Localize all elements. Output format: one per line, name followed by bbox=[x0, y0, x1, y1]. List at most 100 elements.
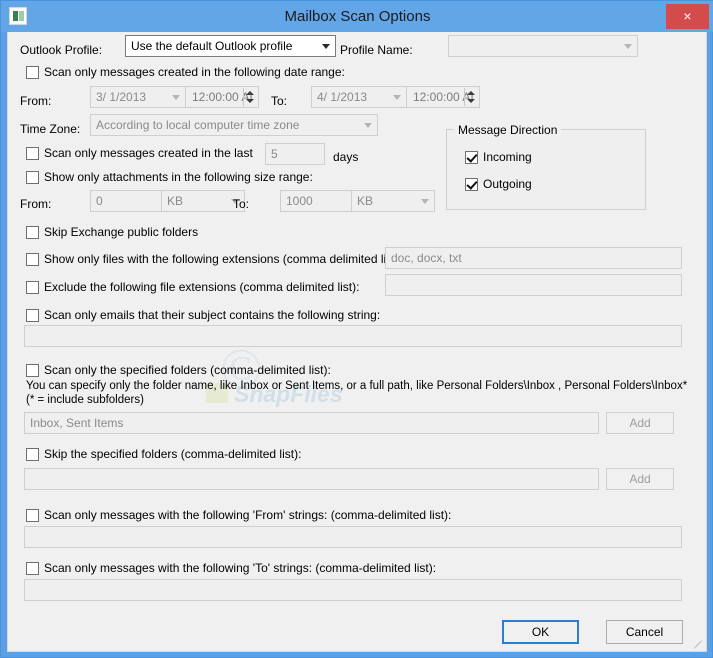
date-range-checkbox[interactable] bbox=[26, 65, 39, 79]
time-zone-combo[interactable]: According to local computer time zone bbox=[90, 114, 378, 136]
only-folders-help-line2: (* = include subfolders) bbox=[26, 394, 144, 406]
subject-filter-checkbox[interactable] bbox=[26, 308, 39, 322]
skip-folders-add-button[interactable]: Add bbox=[606, 468, 674, 490]
subject-filter-label: Scan only emails that their subject cont… bbox=[44, 308, 381, 322]
only-folders-input[interactable]: Inbox, Sent Items bbox=[24, 412, 599, 434]
skip-folders-checkbox[interactable] bbox=[26, 447, 39, 461]
dialog-window: Mailbox Scan Options × © SnapFiles Outlo… bbox=[0, 0, 713, 658]
subject-filter-input[interactable] bbox=[24, 325, 682, 347]
exclude-ext-checkbox[interactable] bbox=[26, 280, 39, 294]
to-strings-checkbox[interactable] bbox=[26, 561, 39, 575]
profile-name-combo[interactable] bbox=[448, 35, 638, 57]
only-folders-checkbox-row[interactable]: Scan only the specified folders (comma-d… bbox=[26, 363, 331, 377]
date-to-label: To: bbox=[271, 94, 288, 108]
size-range-checkbox-row[interactable]: Show only attachments in the following s… bbox=[26, 170, 313, 184]
size-from-unit-value: KB bbox=[167, 194, 184, 208]
date-from-picker[interactable]: 3/ 1/2013 bbox=[90, 86, 186, 108]
only-folders-checkbox[interactable] bbox=[26, 363, 39, 377]
spinner-down-icon[interactable] bbox=[246, 99, 254, 103]
incoming-checkbox-row[interactable]: Incoming bbox=[465, 150, 532, 164]
chevron-down-icon bbox=[393, 95, 401, 100]
only-folders-label: Scan only the specified folders (comma-d… bbox=[44, 363, 331, 377]
last-days-checkbox[interactable] bbox=[26, 146, 39, 160]
skip-public-folders-checkbox[interactable] bbox=[26, 225, 39, 239]
chevron-down-icon bbox=[421, 199, 429, 204]
chevron-down-icon bbox=[364, 123, 372, 128]
size-to-unit-combo[interactable]: KB bbox=[351, 190, 435, 212]
last-days-label: Scan only messages created in the last bbox=[44, 146, 253, 160]
size-from-label: From: bbox=[20, 197, 52, 211]
cancel-button[interactable]: Cancel bbox=[606, 620, 683, 644]
include-ext-checkbox-row[interactable]: Show only files with the following exten… bbox=[26, 252, 403, 266]
message-direction-group bbox=[446, 129, 646, 210]
from-strings-label: Scan only messages with the following 'F… bbox=[44, 508, 452, 522]
only-folders-add-button[interactable]: Add bbox=[606, 412, 674, 434]
last-days-checkbox-row[interactable]: Scan only messages created in the last bbox=[26, 146, 253, 160]
to-strings-input[interactable] bbox=[24, 579, 682, 601]
profile-name-label: Profile Name: bbox=[340, 43, 413, 57]
exclude-ext-label: Exclude the following file extensions (c… bbox=[44, 280, 360, 294]
spinner-down-icon[interactable] bbox=[467, 99, 475, 103]
from-strings-checkbox[interactable] bbox=[26, 508, 39, 522]
time-zone-value: According to local computer time zone bbox=[96, 118, 300, 132]
include-ext-input[interactable]: doc, docx, txt bbox=[385, 247, 682, 269]
exclude-ext-input[interactable] bbox=[385, 274, 682, 296]
subject-filter-checkbox-row[interactable]: Scan only emails that their subject cont… bbox=[26, 308, 380, 322]
window-title: Mailbox Scan Options bbox=[284, 8, 431, 25]
to-strings-label: Scan only messages with the following 'T… bbox=[44, 561, 437, 575]
title-bar: Mailbox Scan Options × bbox=[1, 1, 713, 32]
dialog-body: © SnapFiles Outlook Profile: Use the def… bbox=[7, 32, 707, 652]
include-ext-checkbox[interactable] bbox=[26, 252, 39, 266]
days-unit-label: days bbox=[333, 150, 359, 164]
exclude-ext-checkbox-row[interactable]: Exclude the following file extensions (c… bbox=[26, 280, 359, 294]
from-strings-input[interactable] bbox=[24, 526, 682, 548]
outgoing-checkbox-row[interactable]: Outgoing bbox=[465, 177, 532, 191]
outlook-profile-value: Use the default Outlook profile bbox=[131, 39, 293, 53]
outlook-profile-combo[interactable]: Use the default Outlook profile bbox=[125, 35, 336, 57]
to-strings-checkbox-row[interactable]: Scan only messages with the following 'T… bbox=[26, 561, 436, 575]
include-ext-placeholder: doc, docx, txt bbox=[391, 251, 462, 265]
include-ext-label: Show only files with the following exten… bbox=[44, 252, 403, 266]
date-range-checkbox-row[interactable]: Scan only messages created in the follow… bbox=[26, 65, 345, 79]
chevron-down-icon bbox=[172, 95, 180, 100]
incoming-checkbox[interactable] bbox=[465, 150, 478, 164]
time-from-spinner[interactable]: 12:00:00 AI bbox=[185, 86, 259, 108]
time-zone-label: Time Zone: bbox=[20, 122, 81, 136]
incoming-label: Incoming bbox=[483, 150, 532, 164]
message-direction-title: Message Direction bbox=[454, 123, 562, 137]
skip-folders-checkbox-row[interactable]: Skip the specified folders (comma-delimi… bbox=[26, 447, 301, 461]
chevron-down-icon bbox=[624, 44, 632, 49]
size-to-unit-value: KB bbox=[357, 194, 374, 208]
size-to-label: To: bbox=[233, 197, 250, 211]
date-from-label: From: bbox=[20, 94, 52, 108]
only-folders-placeholder: Inbox, Sent Items bbox=[30, 416, 124, 430]
date-to-picker[interactable]: 4/ 1/2013 bbox=[311, 86, 407, 108]
spinner-up-icon[interactable] bbox=[467, 91, 475, 95]
time-to-spinner[interactable]: 12:00:00 AI bbox=[406, 86, 480, 108]
from-strings-checkbox-row[interactable]: Scan only messages with the following 'F… bbox=[26, 508, 451, 522]
spinner-up-icon[interactable] bbox=[246, 91, 254, 95]
date-from-value: 3/ 1/2013 bbox=[96, 90, 147, 104]
chevron-down-icon bbox=[322, 44, 330, 49]
resize-grip[interactable] bbox=[691, 637, 703, 649]
ok-button[interactable]: OK bbox=[502, 620, 579, 644]
skip-folders-label: Skip the specified folders (comma-delimi… bbox=[44, 447, 302, 461]
skip-folders-input[interactable] bbox=[24, 468, 599, 490]
date-range-label: Scan only messages created in the follow… bbox=[44, 65, 345, 79]
only-folders-help-line1: You can specify only the folder name, li… bbox=[26, 380, 688, 392]
date-to-value: 4/ 1/2013 bbox=[317, 90, 368, 104]
size-range-checkbox[interactable] bbox=[26, 170, 39, 184]
skip-public-folders-label: Skip Exchange public folders bbox=[44, 225, 199, 239]
size-from-value: 0 bbox=[96, 194, 103, 208]
skip-public-folders-checkbox-row[interactable]: Skip Exchange public folders bbox=[26, 225, 198, 239]
size-range-label: Show only attachments in the following s… bbox=[44, 170, 313, 184]
size-to-input[interactable]: 1000 bbox=[280, 190, 352, 212]
outgoing-checkbox[interactable] bbox=[465, 177, 478, 191]
last-days-input[interactable]: 5 bbox=[265, 143, 325, 165]
outlook-profile-label: Outlook Profile: bbox=[20, 43, 103, 57]
size-to-value: 1000 bbox=[286, 194, 313, 208]
last-days-value: 5 bbox=[271, 147, 278, 161]
outgoing-label: Outgoing bbox=[483, 177, 532, 191]
close-button[interactable]: × bbox=[666, 4, 709, 29]
size-from-input[interactable]: 0 bbox=[90, 190, 162, 212]
